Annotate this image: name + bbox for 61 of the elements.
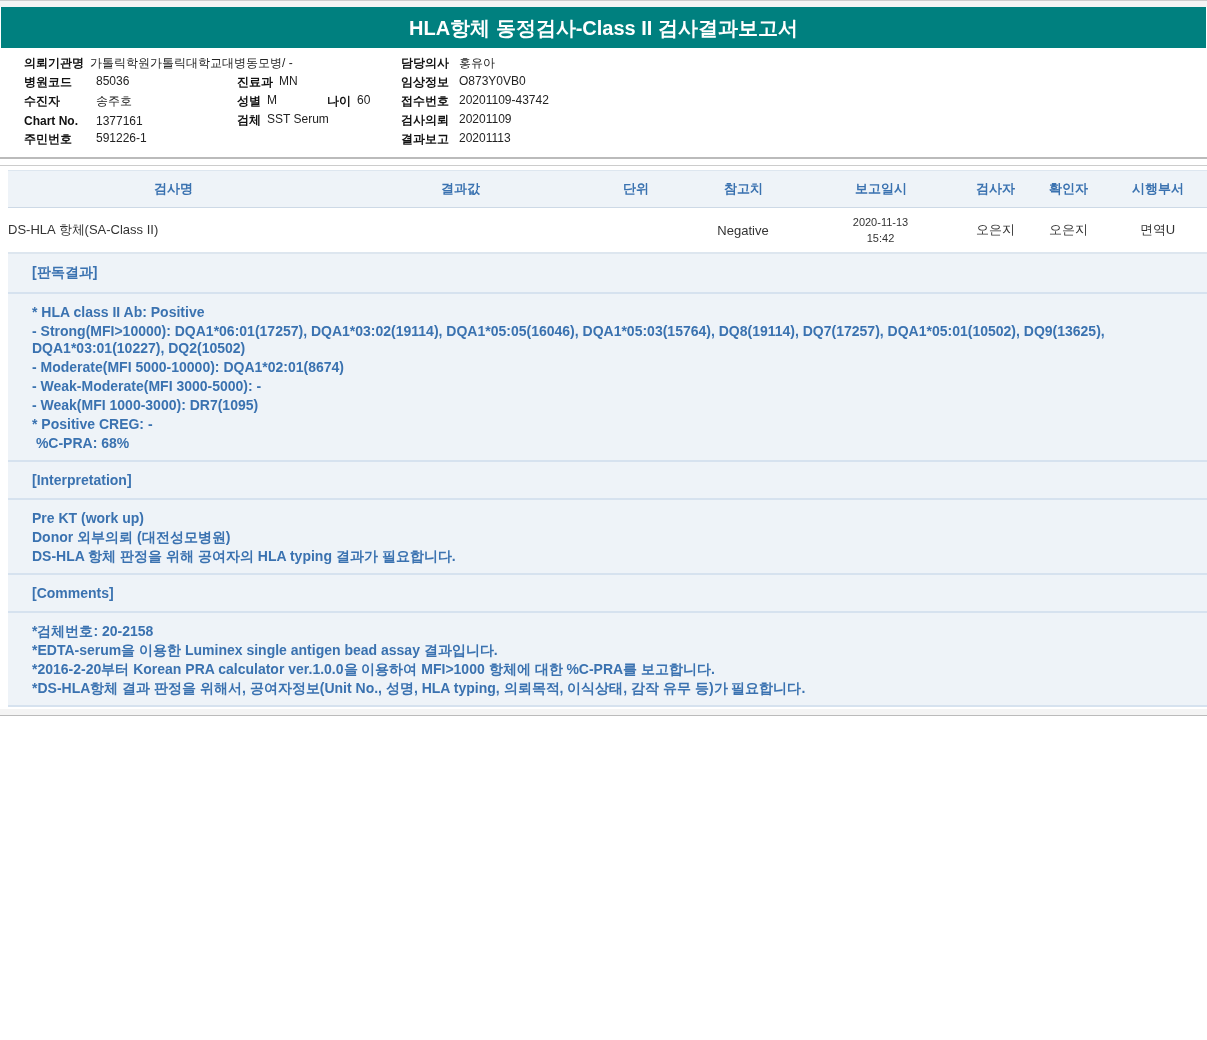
column-header: 검사명 <box>152 180 194 198</box>
column-header: 확인자 <box>1047 180 1089 198</box>
section-heading: [Interpretation] <box>32 472 132 488</box>
field-label: 접수번호 <box>401 93 450 110</box>
section-heading: [판독결과] <box>32 264 98 280</box>
report-title: HLA항체 동정검사-Class II 검사결과보고서 <box>1 7 1206 48</box>
result-text: DS-HLA 항체 판정을 위해 공여자의 HLA typing 결과가 필요합니다. <box>32 548 457 565</box>
result-text: *DS-HLA항체 결과 판정을 위해서, 공여자정보(Unit No., 성명, HLA typing, 의뢰목적, 이식상태, 감작 유무 등)가 필요합니다. <box>32 680 807 697</box>
field-value: 20201109-43742 <box>459 93 549 109</box>
field-value: MN <box>279 74 298 90</box>
field-value: 85036 <box>96 74 130 90</box>
table-cell-text: Negative <box>716 222 770 238</box>
field-label: 결과보고 <box>401 131 450 148</box>
field-value: 홍유아 <box>459 55 495 72</box>
result-text: *EDTA-serum을 이용한 Luminex single antigen bead assay 결과입니다. <box>32 642 499 659</box>
result-text: Pre KT (work up) <box>32 510 145 527</box>
result-text: - Weak(MFI 1000-3000): DR7(1095) <box>32 397 260 414</box>
result-text: Donor 외부의뢰 (대전성모병원) <box>32 529 232 546</box>
table-cell-text: 면역U <box>1138 221 1177 239</box>
field-label: 임상정보 <box>401 74 450 91</box>
field-value: M <box>267 93 277 109</box>
column-header: 보고일시 <box>853 180 908 198</box>
field-label: 의뢰기관명 <box>24 55 84 72</box>
result-text: - Weak-Moderate(MFI 3000-5000): - <box>32 378 263 395</box>
result-text: - Moderate(MFI 5000-10000): DQA1*02:01(8674) <box>32 359 345 376</box>
field-label: 검사의뢰 <box>401 112 450 129</box>
column-header: 결과값 <box>440 180 481 198</box>
column-header: 시행부서 <box>1130 180 1185 198</box>
field-label: 담당의사 <box>401 55 450 72</box>
field-label: 수진자 <box>24 93 61 110</box>
field-label: 병원코드 <box>24 74 73 91</box>
field-label: 진료과 <box>237 74 273 91</box>
result-text: - Strong(MFI>10000): DQA1*06:01(17257), DQA1*03:02(19114), DQA1*05:05(16046), DQA1*05:03(15764), DQ8(19114), DQ7(17257), DQA1*05:01(10502), DQ9(13625), DQA1*03:01(10227), DQ2(10502) <box>32 323 1106 357</box>
table-cell-text: 오은지 <box>975 221 1016 239</box>
table-cell-text: 2020-11-13 <box>851 215 910 230</box>
column-header: 검사자 <box>975 180 1016 198</box>
table-cell-text: 오은지 <box>1047 221 1089 239</box>
field-value: 송주호 <box>96 93 132 110</box>
field-value: 20201109 <box>459 112 512 128</box>
field-value: 60 <box>357 93 371 109</box>
field-label: 검체 <box>237 112 261 129</box>
field-label: Chart No. <box>24 113 79 128</box>
field-value: 20201113 <box>459 131 511 147</box>
section-heading: [Comments] <box>32 585 114 601</box>
result-text: %C-PRA: 68% <box>34 435 131 452</box>
field-value: SST Serum <box>267 112 329 128</box>
field-label: 나이 <box>327 93 351 110</box>
field-value: 1377161 <box>96 113 143 128</box>
column-header: 단위 <box>621 180 650 198</box>
field-value: 가톨릭학원가톨릭대학교대병동모병/ - <box>90 55 293 72</box>
result-text: *검체번호: 20-2158 <box>32 623 155 640</box>
field-value: 591226-1 <box>96 131 147 147</box>
table-cell-text: 15:42 <box>865 231 896 246</box>
column-header: 참고치 <box>722 180 764 198</box>
result-text: * HLA class II Ab: Positive <box>32 304 206 321</box>
result-text: *2016-2-20부터 Korean PRA calculator ver.1.0.0을 이용하여 MFI>1000 항체에 대한 %C-PRA를 보고합니다. <box>32 661 716 678</box>
table-cell-text: DS-HLA 항체(SA-Class II) <box>8 221 160 239</box>
field-label: 성별 <box>237 93 261 110</box>
result-text: * Positive CREG: - <box>32 416 154 433</box>
field-value: O873Y0VB0 <box>459 74 526 90</box>
field-label: 주민번호 <box>24 131 73 148</box>
